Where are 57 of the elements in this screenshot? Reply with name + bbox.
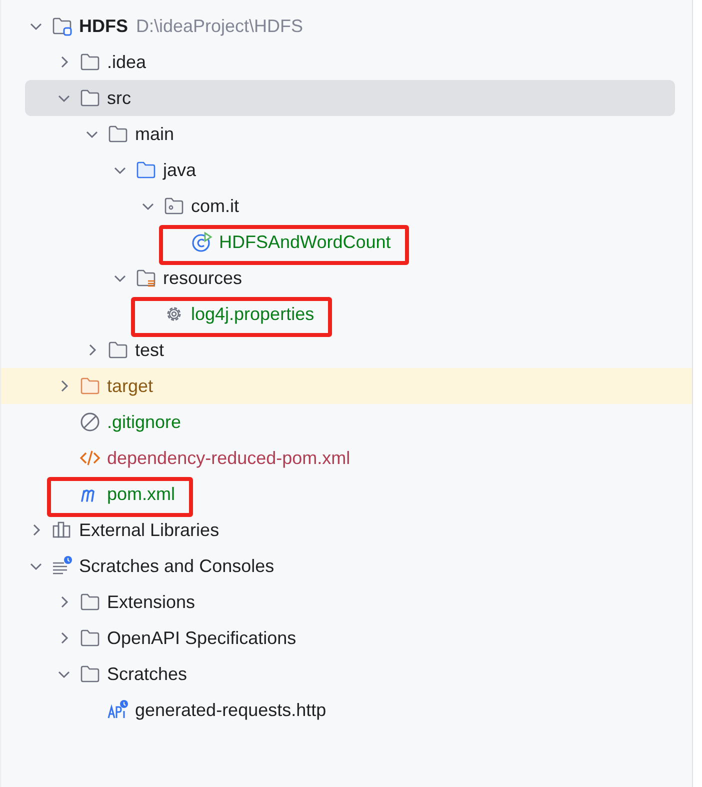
- item-label: Scratches: [107, 664, 188, 684]
- folder-icon: [107, 123, 129, 145]
- item-label: test: [135, 340, 164, 360]
- folder-icon: [79, 51, 101, 73]
- item-label: Extensions: [107, 592, 196, 612]
- item-label: generated-requests.http: [135, 700, 326, 720]
- tree-row[interactable]: .gitignore: [1, 404, 692, 440]
- resources-folder-icon: [135, 267, 157, 289]
- item-label: .idea: [107, 52, 146, 72]
- tree-row[interactable]: HDFSAndWordCount: [1, 224, 692, 260]
- tree-row[interactable]: java: [1, 152, 692, 188]
- tree-row[interactable]: Extensions: [1, 584, 692, 620]
- item-label: com.it: [191, 196, 240, 216]
- tree-row[interactable]: dependency-reduced-pom.xml: [1, 440, 692, 476]
- tree-row[interactable]: com.it: [1, 188, 692, 224]
- item-label: Scratches and Consoles: [79, 556, 274, 576]
- item-label: log4j.properties: [191, 304, 314, 324]
- tree-row[interactable]: resources: [1, 260, 692, 296]
- item-label: target: [107, 376, 154, 396]
- folder-icon: [79, 591, 101, 613]
- project-folder-icon: [51, 15, 73, 37]
- folder-icon: [79, 375, 101, 397]
- tree-row[interactable]: test: [1, 332, 692, 368]
- item-label: src: [107, 88, 131, 108]
- folder-icon: [79, 663, 101, 685]
- item-label: OpenAPI Specifications: [107, 628, 296, 648]
- item-label: main: [135, 124, 174, 144]
- tree-row[interactable]: Scratches and Consoles: [1, 548, 692, 584]
- tree-row[interactable]: OpenAPI Specifications: [1, 620, 692, 656]
- folder-icon: [79, 627, 101, 649]
- tree-row[interactable]: generated-requests.http: [1, 692, 692, 728]
- scratches-icon: [51, 555, 73, 577]
- folder-icon: [135, 159, 157, 181]
- item-label: External Libraries: [79, 520, 220, 540]
- project-path: D:\ideaProject\HDFS: [136, 16, 304, 36]
- folder-icon: [79, 87, 101, 109]
- item-label: HDFS: [79, 16, 128, 36]
- folder-icon: [107, 339, 129, 361]
- item-label: HDFSAndWordCount: [219, 232, 391, 252]
- tree-row[interactable]: main: [1, 116, 692, 152]
- tree-row[interactable]: log4j.properties: [1, 296, 692, 332]
- item-label: dependency-reduced-pom.xml: [107, 448, 350, 468]
- excluded-tree-row[interactable]: target: [1, 368, 692, 404]
- item-label: resources: [163, 268, 242, 288]
- prohibited-icon: [79, 411, 101, 433]
- item-label: pom.xml: [107, 484, 176, 504]
- package-icon: [163, 195, 185, 217]
- api-icon: [107, 699, 129, 721]
- class-icon: [191, 231, 213, 253]
- tree-row[interactable]: HDFS D:\ideaProject\HDFS: [1, 8, 692, 44]
- item-label: java: [163, 160, 196, 180]
- item-label: .gitignore: [107, 412, 182, 432]
- tree-row[interactable]: .idea: [1, 44, 692, 80]
- tree-row[interactable]: Scratches: [1, 656, 692, 692]
- selected-tree-row[interactable]: src: [25, 80, 675, 116]
- tree-row[interactable]: pom.xml: [1, 476, 692, 512]
- tree-row[interactable]: External Libraries: [1, 512, 692, 548]
